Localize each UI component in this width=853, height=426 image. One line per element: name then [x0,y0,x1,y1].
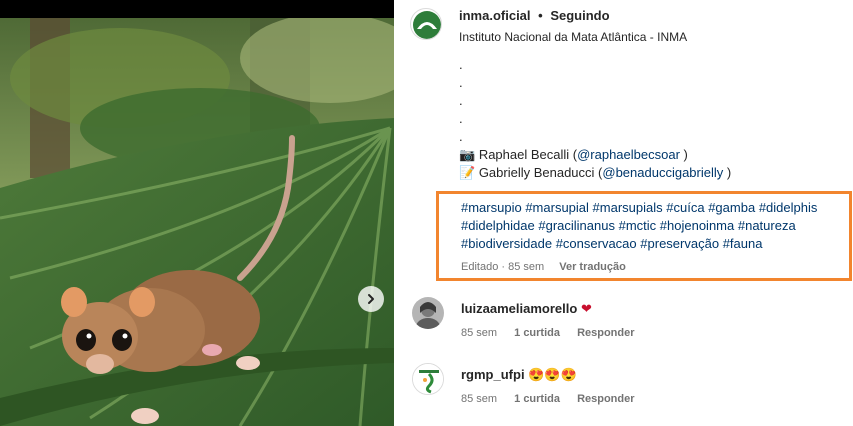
caption-dot: . [459,75,463,90]
post-header: inma.oficial • Seguindo Instituto Nacion… [394,0,853,52]
photo-image [0,18,394,426]
credit-name: Gabrielly Benaducci ( [478,165,603,180]
comment-likes[interactable]: 1 curtida [514,327,560,339]
credit-close: ) [723,165,732,180]
next-photo-button[interactable] [358,286,384,312]
post-username[interactable]: inma.oficial [459,8,531,23]
credit-name: Raphael Becalli ( [478,147,578,162]
caption-dot: . [459,111,463,126]
see-translation-button[interactable]: Ver tradução [559,261,626,273]
comment-text: rgmp_ufpi 😍😍😍 [461,367,577,383]
hashtag[interactable]: #preservação [640,236,719,251]
caption-dot: . [459,93,463,108]
hashtag[interactable]: #marsupial [525,200,589,215]
following-button[interactable]: Seguindo [550,8,609,23]
chevron-right-icon [368,294,374,304]
comment-item: rgmp_ufpi 😍😍😍 85 sem 1 curtida Responder [412,363,852,413]
edited-label: Editado · 85 sem [461,261,545,273]
post-photo[interactable] [0,0,394,426]
hashtag-list: #marsupio #marsupial #marsupials #cuíca … [461,199,851,253]
hashtag[interactable]: #conservacao [556,236,637,251]
hashtag[interactable]: #biodiversidade [461,236,552,251]
credit-close: ) [679,147,688,162]
reply-button[interactable]: Responder [577,327,634,339]
commenter-avatar[interactable] [412,297,444,329]
caption-meta: Editado · 85 sem Ver tradução [461,261,626,273]
credit-text: 📝 Gabrielly Benaducci (@benaduccigabriel… [459,164,851,182]
heart-icon: ❤ [580,301,592,316]
inma-avatar[interactable] [410,8,442,40]
hashtag[interactable]: #gracilinanus [538,218,615,233]
caption: . . . . . 📷 Raphael Becalli (@raphaelbec… [459,56,851,182]
comment-age: 85 sem [461,327,498,339]
camera-icon: 📷 [459,147,476,162]
hashtag[interactable]: #natureza [738,218,796,233]
reply-button[interactable]: Responder [577,393,634,405]
comment-age: 85 sem [461,393,498,405]
comment-item: luizaameliamorello ❤ 85 sem 1 curtida Re… [412,297,852,347]
hashtag[interactable]: #marsupio [461,200,522,215]
separator-dot: • [538,8,543,23]
commenter-avatar[interactable] [412,363,444,395]
mention-link[interactable]: @benaduccigabrielly [602,165,723,180]
hashtag[interactable]: #fauna [723,236,763,251]
credit-photo: 📷 Raphael Becalli (@raphaelbecsoar ) [459,146,851,164]
hashtag[interactable]: #gamba [708,200,755,215]
caption-dot: . [459,129,463,144]
hashtag[interactable]: #didelphis [759,200,818,215]
comment-likes[interactable]: 1 curtida [514,393,560,405]
comment-meta: 85 sem 1 curtida Responder [461,327,649,339]
post-subtitle: Instituto Nacional da Mata Atlântica - I… [459,30,688,44]
comment-meta: 85 sem 1 curtida Responder [461,393,649,405]
post-user-line: inma.oficial • Seguindo [459,8,610,23]
hashtag[interactable]: #cuíca [666,200,704,215]
hashtag[interactable]: #mctic [619,218,657,233]
memo-icon: 📝 [459,165,476,180]
comment-username[interactable]: rgmp_ufpi [461,367,525,382]
hashtag[interactable]: #marsupials [593,200,663,215]
caption-dot: . [459,57,463,72]
hashtag[interactable]: #didelphidae [461,218,535,233]
photo-top-bar [0,0,394,18]
comment-username[interactable]: luizaameliamorello [461,301,577,316]
mention-link[interactable]: @raphaelbecsoar [577,147,680,162]
hashtag[interactable]: #hojenoinma [660,218,734,233]
comment-emoji: 😍😍😍 [528,367,577,382]
comment-text: luizaameliamorello ❤ [461,301,592,317]
